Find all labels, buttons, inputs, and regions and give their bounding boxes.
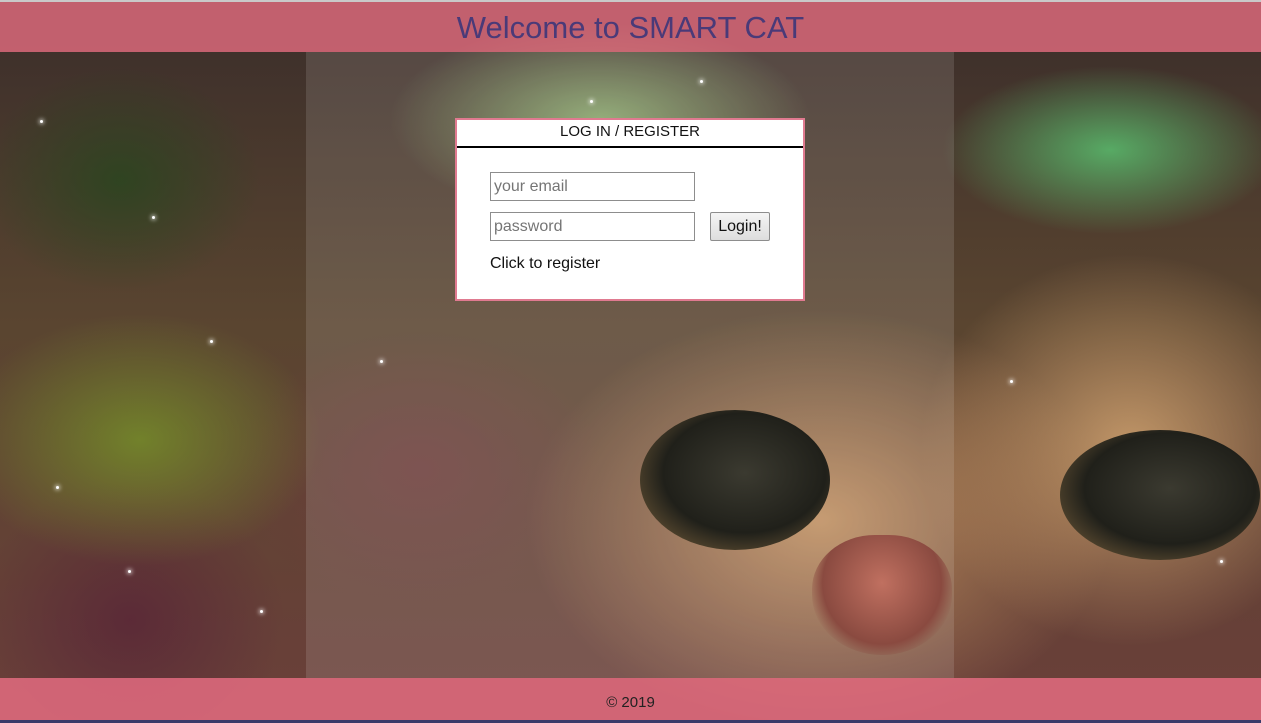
star-decoration [128, 570, 131, 573]
footer-bar: © 2019 [0, 678, 1261, 723]
cat-eye-right [1060, 430, 1260, 560]
star-decoration [40, 120, 43, 123]
email-field[interactable] [490, 172, 695, 201]
cat-nose [812, 535, 952, 655]
login-panel: LOG IN / REGISTER Login! Click to regist… [455, 118, 805, 301]
star-decoration [152, 216, 155, 219]
star-decoration [260, 610, 263, 613]
page: Welcome to SMART CAT LOG IN / REGISTER L… [0, 0, 1261, 723]
header-bar: Welcome to SMART CAT [0, 0, 1261, 52]
login-button[interactable]: Login! [710, 212, 770, 241]
star-decoration [1010, 380, 1013, 383]
page-title: Welcome to SMART CAT [456, 10, 805, 45]
star-decoration [210, 340, 213, 343]
register-link[interactable]: Click to register [490, 255, 600, 273]
star-decoration [1220, 560, 1223, 563]
copyright-text: © 2019 [606, 694, 655, 711]
password-field[interactable] [490, 212, 695, 241]
cat-eye-left [640, 410, 830, 550]
star-decoration [56, 486, 59, 489]
login-panel-title: LOG IN / REGISTER [457, 120, 803, 148]
